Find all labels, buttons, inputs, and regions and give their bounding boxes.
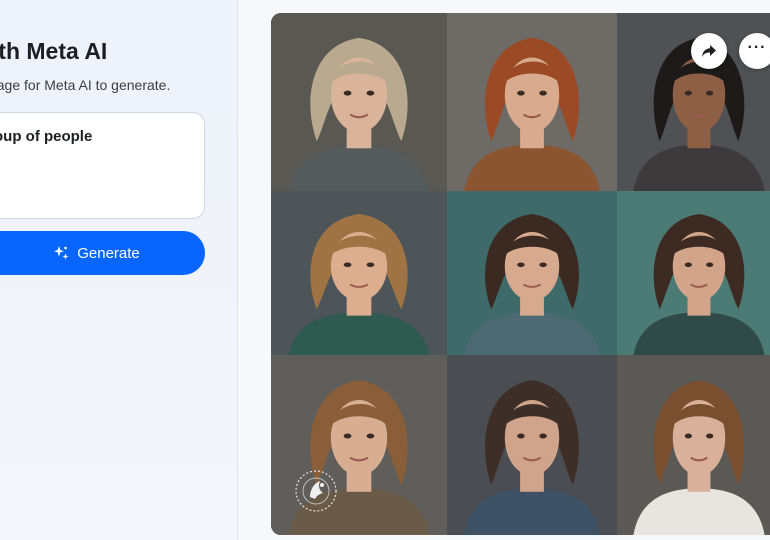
more-horizontal-icon: ···: [747, 39, 767, 56]
sparkle-icon: [54, 246, 69, 260]
portrait-cell: [447, 355, 617, 535]
share-arrow-icon: [702, 45, 716, 57]
portrait-cell: [447, 13, 617, 191]
meta-ai-watermark-icon: [295, 470, 337, 512]
panel-title: with Meta AI: [0, 38, 108, 64]
generate-button-label: Generate: [77, 244, 140, 262]
prompt-text: oup of people: [0, 128, 93, 145]
panel-subtitle: image for Meta AI to generate.: [0, 77, 171, 93]
portrait-grid: [271, 13, 770, 535]
more-options-button[interactable]: ···: [739, 33, 770, 69]
portrait-cell: [617, 191, 770, 355]
generated-image[interactable]: [271, 13, 770, 535]
portrait-cell: [617, 355, 770, 535]
generate-button[interactable]: Generate: [0, 231, 205, 275]
portrait-cell: [271, 191, 447, 355]
left-panel: with Meta AI image for Meta AI to genera…: [0, 0, 238, 540]
portrait-cell: [271, 13, 447, 191]
prompt-input[interactable]: oup of people: [0, 112, 205, 219]
share-button[interactable]: [691, 33, 727, 69]
portrait-cell: [447, 191, 617, 355]
